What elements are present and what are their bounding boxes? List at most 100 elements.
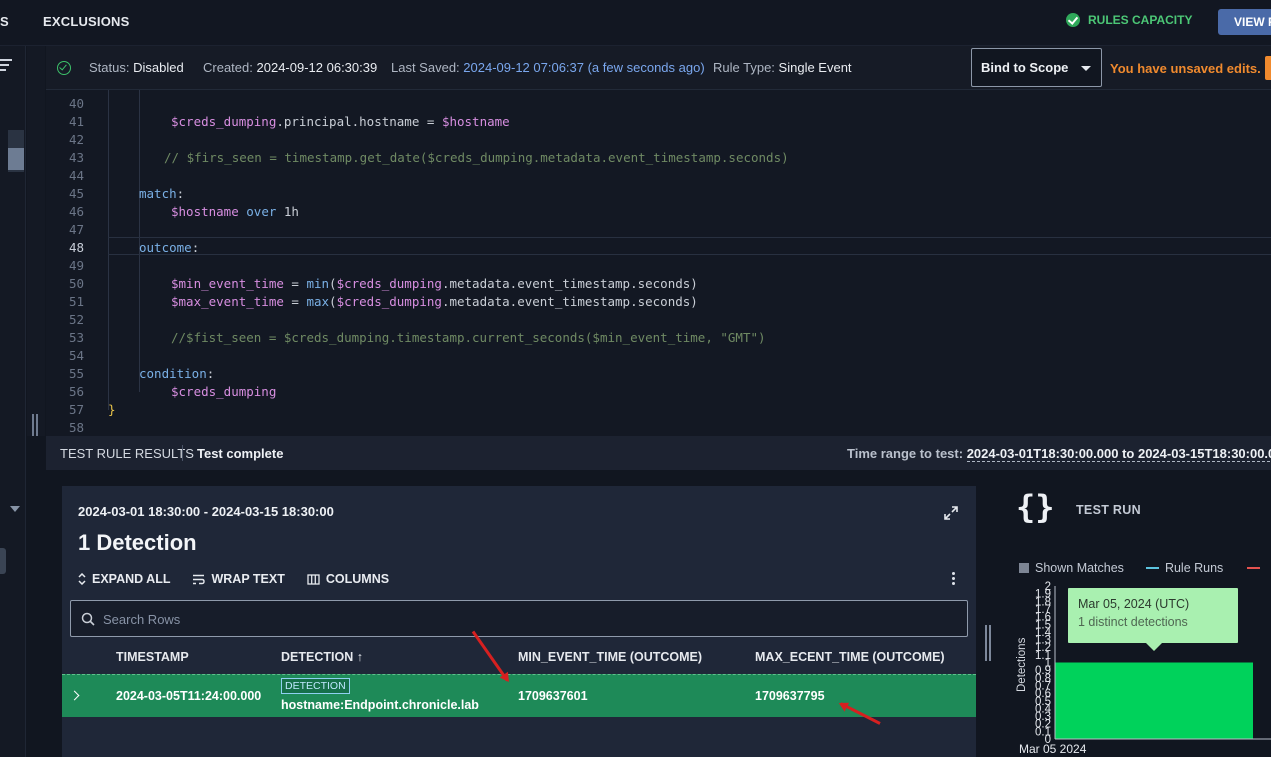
unsaved-edits-warning: You have unsaved edits. [1110, 61, 1261, 76]
column-header-min-event-time[interactable]: MIN_EVENT_TIME (OUTCOME) [518, 650, 702, 664]
code-line-46: $hostname over 1h [171, 204, 299, 219]
line-number: 46 [68, 204, 84, 219]
code-line-56: $creds_dumping [171, 384, 277, 399]
braces-icon: {} [1016, 488, 1055, 526]
code-line-45: match: [139, 186, 185, 201]
columns-icon [307, 573, 320, 585]
unfold-icon [78, 573, 86, 585]
detections-panel: 2024-03-01 18:30:00 - 2024-03-15 18:30:0… [62, 486, 976, 757]
test-results-header: TEST RULE RESULTS Test complete Time ran… [46, 436, 1271, 470]
test-rule-results-title: TEST RULE RESULTS [60, 446, 194, 461]
rail-selected-item[interactable] [0, 548, 6, 574]
tab-exclusions[interactable]: EXCLUSIONS [43, 14, 130, 29]
line-number: 55 [68, 366, 84, 381]
chevron-right-icon[interactable] [69, 690, 80, 701]
code-line-48: outcome: [139, 240, 200, 255]
rail-scrollbar-thumb[interactable] [8, 148, 24, 170]
results-date-range: 2024-03-01 18:30:00 - 2024-03-15 18:30:0… [78, 504, 334, 519]
line-number: 47 [68, 222, 84, 237]
columns-button[interactable]: COLUMNS [307, 572, 389, 586]
time-range-value[interactable]: 2024-03-01T18:30:00.000 to 2024-03-15T18… [966, 446, 1271, 462]
expand-all-label: EXPAND ALL [92, 572, 171, 586]
chart-bars [1055, 662, 1253, 740]
caret-down-icon [1081, 66, 1091, 71]
top-bar: S EXCLUSIONS RULES CAPACITY VIEW R [0, 0, 1271, 46]
code-editor[interactable]: 40 41 $creds_dumping.principal.hostname … [46, 90, 1271, 436]
divider [182, 445, 183, 461]
more-options-icon[interactable] [952, 572, 956, 587]
current-line-highlight [108, 237, 1271, 255]
column-header-max-event-time[interactable]: MAX_ECENT_TIME (OUTCOME) [755, 650, 945, 664]
line-number: 51 [68, 294, 84, 309]
bind-to-scope-label: Bind to Scope [981, 60, 1069, 75]
x-tick-label: Mar 05 2024 [1019, 742, 1087, 756]
rule-type-info: Rule Type: Single Event [713, 60, 852, 75]
line-number: 54 [68, 348, 84, 363]
tooltip-detail: 1 distinct detections [1078, 615, 1188, 629]
legend-swatch [1019, 563, 1029, 573]
column-header-detection[interactable]: DETECTION ↑ [281, 650, 363, 664]
created-info: Created: 2024-09-12 06:30:39 [203, 60, 378, 75]
chart-bar[interactable] [1055, 662, 1253, 740]
search-placeholder: Search Rows [103, 612, 181, 627]
last-saved-value: 2024-09-12 07:06:37 (a few seconds ago) [463, 60, 705, 75]
legend-shown-matches[interactable]: Shown Matches [1035, 561, 1124, 575]
wrap-text-button[interactable]: WRAP TEXT [192, 572, 285, 586]
legend-swatch [1145, 567, 1159, 569]
view-button[interactable]: VIEW R [1218, 9, 1271, 35]
legend-swatch [1247, 567, 1261, 569]
bind-to-scope-dropdown[interactable]: Bind to Scope [971, 48, 1102, 87]
chevron-down-icon[interactable] [10, 506, 20, 512]
line-number: 50 [68, 276, 84, 291]
test-state: Test complete [197, 446, 284, 461]
chart-legend: Shown Matches Rule Runs [1019, 561, 1261, 575]
line-number: 49 [68, 258, 84, 273]
rules-capacity-link[interactable]: RULES CAPACITY [1066, 13, 1192, 27]
status-value: Disabled [133, 60, 184, 75]
check-circle-icon [1066, 13, 1080, 27]
code-line-51: $max_event_time = max($creds_dumping.met… [171, 294, 698, 309]
columns-label: COLUMNS [325, 572, 390, 586]
tooltip-date: Mar 05, 2024 (UTC) [1078, 597, 1190, 611]
code-line-57: } [108, 402, 116, 417]
detection-count-title: 1 Detection [78, 530, 197, 555]
chart-tooltip: Mar 05, 2024 (UTC) 1 distinct detections [1068, 588, 1238, 651]
y-axis-ticks: 21.91.81.71.61.51.41.31.21.110.90.80.70.… [1035, 581, 1052, 746]
line-number: 56 [68, 384, 84, 399]
search-icon [81, 612, 95, 626]
line-number: 53 [68, 330, 84, 345]
code-line-50: $min_event_time = min($creds_dumping.met… [171, 276, 698, 291]
line-number: 44 [68, 168, 84, 183]
time-range-to-test: Time range to test: 2024-03-01T18:30:00.… [847, 446, 1271, 462]
code-line-55: condition: [139, 366, 215, 381]
menu-icon[interactable] [0, 59, 12, 74]
row-timestamp: 2024-03-05T11:24:00.000 [116, 689, 262, 703]
line-number: 58 [68, 420, 84, 435]
test-run-title: TEST RUN [1076, 503, 1141, 517]
save-button[interactable] [1265, 56, 1271, 80]
search-rows-input[interactable]: Search Rows [70, 600, 968, 637]
line-number: 45 [68, 186, 84, 201]
line-number: 43 [68, 150, 84, 165]
code-line-53: //$fist_seen = $creds_dumping.timestamp.… [171, 330, 766, 345]
code-line-43: // $firs_seen = timestamp.get_date($cred… [164, 150, 789, 165]
line-number: 42 [68, 132, 84, 147]
line-number: 52 [68, 312, 84, 327]
resize-handle[interactable] [32, 414, 38, 436]
line-number: 57 [68, 402, 84, 417]
expand-all-button[interactable]: EXPAND ALL [78, 572, 170, 586]
column-header-timestamp[interactable]: TIMESTAMP [116, 650, 189, 664]
wrap-text-icon [193, 574, 206, 584]
expand-icon[interactable] [944, 506, 958, 520]
line-number: 48 [68, 240, 84, 255]
rules-capacity-label: RULES CAPACITY [1088, 13, 1193, 27]
legend-rule-runs[interactable]: Rule Runs [1165, 561, 1223, 575]
nav-tab-fragment[interactable]: S [0, 14, 9, 29]
row-max-event-time: 1709637795 [755, 689, 825, 703]
y-axis-label: Detections [1016, 637, 1028, 692]
row-detection[interactable]: hostname:Endpoint.chronicle.lab [281, 698, 479, 712]
line-number: 40 [68, 96, 84, 111]
table-header: TIMESTAMP DETECTION ↑ MIN_EVENT_TIME (OU… [62, 648, 976, 674]
table-row[interactable]: 2024-03-05T11:24:00.000 DETECTION hostna… [62, 674, 976, 717]
code-line-41: $creds_dumping.principal.hostname = $hos… [171, 114, 510, 129]
